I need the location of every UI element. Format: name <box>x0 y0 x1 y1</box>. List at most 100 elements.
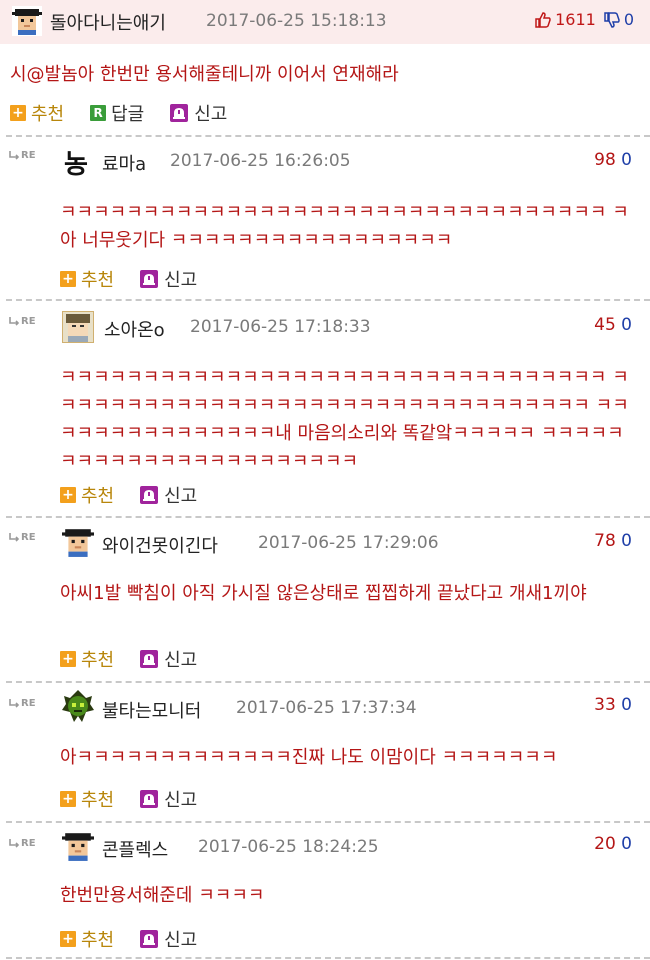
reply-arrow-icon: RE <box>8 316 42 328</box>
reply-arrow-icon: RE <box>8 150 42 162</box>
comment-score: 45 0 <box>594 315 632 335</box>
reply-label: 답글 <box>111 104 145 125</box>
siren-icon <box>140 790 158 808</box>
comment-score: 78 0 <box>594 531 632 551</box>
post-header: 돌아다니는애기 2017-06-25 15:18:13 1611 0 <box>0 0 650 44</box>
plus-icon: + <box>60 651 76 667</box>
comment-date: 2017-06-25 17:37:34 <box>236 698 417 718</box>
recommend-button[interactable]: + 추천 <box>60 266 114 292</box>
recommend-label: 추천 <box>81 486 115 507</box>
downvote-count[interactable]: 0 <box>621 150 632 170</box>
report-button[interactable]: 신고 <box>140 482 197 508</box>
siren-icon <box>140 650 158 668</box>
reply-icon: R <box>90 105 107 121</box>
downvote-count[interactable]: 0 <box>621 834 632 854</box>
reply-arrow-icon: RE <box>8 532 42 544</box>
upvote-count[interactable]: 98 <box>594 150 616 170</box>
plus-icon: + <box>60 931 76 947</box>
re-label: RE <box>21 150 36 161</box>
comment-body: ㅋㅋㅋㅋㅋㅋㅋㅋㅋㅋㅋㅋㅋㅋㅋㅋㅋㅋㅋㅋㅋㅋㅋㅋㅋㅋㅋㅋㅋㅋㅋㅋㅋ ㅋㅋㅋㅋㅋㅋ… <box>60 367 629 472</box>
report-button[interactable]: 신고 <box>140 266 197 292</box>
comment-author[interactable]: 료마a <box>102 150 146 176</box>
post-date: 2017-06-25 15:18:13 <box>206 11 387 31</box>
re-label: RE <box>21 838 36 849</box>
report-label: 신고 <box>194 104 228 125</box>
siren-icon <box>170 104 188 122</box>
re-label: RE <box>21 316 36 327</box>
report-button[interactable]: 신고 <box>140 646 197 672</box>
comment-author[interactable]: 불타는모니터 <box>102 697 201 723</box>
recommend-button[interactable]: + 추천 <box>60 786 114 812</box>
avatar[interactable]: 농 <box>64 144 88 181</box>
comment-actions: + 추천 신고 <box>60 786 223 812</box>
thumbs-down-icon[interactable] <box>603 11 621 29</box>
downvote-count[interactable]: 0 <box>621 695 632 715</box>
divider <box>6 135 650 137</box>
reply-arrow-icon: RE <box>8 838 42 850</box>
avatar[interactable] <box>60 688 96 724</box>
report-label: 신고 <box>164 930 198 951</box>
upvote-count[interactable]: 78 <box>594 531 616 551</box>
divider <box>6 299 650 301</box>
comment-actions: + 추천 신고 <box>60 482 223 508</box>
plus-icon: + <box>60 487 76 503</box>
comment-author[interactable]: 소아온o <box>104 316 165 342</box>
recommend-label: 추천 <box>31 104 65 125</box>
recommend-button[interactable]: + 추천 <box>60 926 114 952</box>
post-title: 시@발놈아 한번만 용서해줄테니까 이어서 연재해라 <box>10 64 399 85</box>
comment-date: 2017-06-25 16:26:05 <box>170 151 351 171</box>
report-label: 신고 <box>164 486 198 507</box>
comment-body: 아씨1발 빡침이 아직 가시질 않은상태로 찝찝하게 끝났다고 개새1끼야 <box>60 583 587 604</box>
downvote-count[interactable]: 0 <box>621 315 632 335</box>
report-button[interactable]: 신고 <box>170 100 227 126</box>
avatar[interactable] <box>12 6 42 36</box>
siren-icon <box>140 270 158 288</box>
post-author[interactable]: 돌아다니는애기 <box>50 9 166 35</box>
plus-icon: + <box>60 791 76 807</box>
re-label: RE <box>21 698 36 709</box>
report-button[interactable]: 신고 <box>140 786 197 812</box>
avatar[interactable] <box>62 311 94 343</box>
reply-arrow-icon: RE <box>8 698 42 710</box>
recommend-label: 추천 <box>81 650 115 671</box>
comment-score: 33 0 <box>594 695 632 715</box>
re-label: RE <box>21 532 36 543</box>
divider <box>6 821 650 823</box>
recommend-button[interactable]: + 추천 <box>10 100 64 126</box>
downvote-count[interactable]: 0 <box>621 531 632 551</box>
comment-actions: + 추천 신고 <box>60 646 223 672</box>
comment-author[interactable]: 콘플렉스 <box>102 836 168 862</box>
comment-score: 20 0 <box>594 834 632 854</box>
comment-actions: + 추천 신고 <box>60 266 223 292</box>
siren-icon <box>140 486 158 504</box>
post-votes: 1611 0 <box>534 10 634 29</box>
report-label: 신고 <box>164 650 198 671</box>
divider <box>6 516 650 518</box>
recommend-button[interactable]: + 추천 <box>60 482 114 508</box>
comment-body: 한번만용서해준데 ㅋㅋㅋㅋ <box>60 885 265 906</box>
post-actions: + 추천 R 답글 신고 <box>10 100 253 126</box>
upvote-count[interactable]: 20 <box>594 834 616 854</box>
comment-date: 2017-06-25 17:18:33 <box>190 317 371 337</box>
reply-button[interactable]: R 답글 <box>90 100 144 126</box>
comment-body: ㅋㅋㅋㅋㅋㅋㅋㅋㅋㅋㅋㅋㅋㅋㅋㅋㅋㅋㅋㅋㅋㅋㅋㅋㅋㅋㅋㅋㅋㅋㅋㅋㅋ ㅋ아 너무웃… <box>60 202 629 251</box>
plus-icon: + <box>60 271 76 287</box>
recommend-button[interactable]: + 추천 <box>60 646 114 672</box>
comment-date: 2017-06-25 18:24:25 <box>198 837 379 857</box>
divider <box>6 681 650 683</box>
report-button[interactable]: 신고 <box>140 926 197 952</box>
report-label: 신고 <box>164 790 198 811</box>
comment-score: 98 0 <box>594 150 632 170</box>
comment-author[interactable]: 와이건못이긴다 <box>102 532 218 558</box>
upvote-count[interactable]: 33 <box>594 695 616 715</box>
upvote-count: 1611 <box>555 10 596 29</box>
siren-icon <box>140 930 158 948</box>
avatar[interactable] <box>62 830 94 862</box>
thumbs-up-icon[interactable] <box>534 11 552 29</box>
plus-icon: + <box>10 105 26 121</box>
upvote-count[interactable]: 45 <box>594 315 616 335</box>
avatar[interactable] <box>62 526 94 558</box>
comment-body: 아ㅋㅋㅋㅋㅋㅋㅋㅋㅋㅋㅋㅋㅋ진짜 나도 이맘이다 ㅋㅋㅋㅋㅋㅋㅋ <box>60 747 558 768</box>
recommend-label: 추천 <box>81 270 115 291</box>
comment-actions: + 추천 신고 <box>60 926 223 952</box>
